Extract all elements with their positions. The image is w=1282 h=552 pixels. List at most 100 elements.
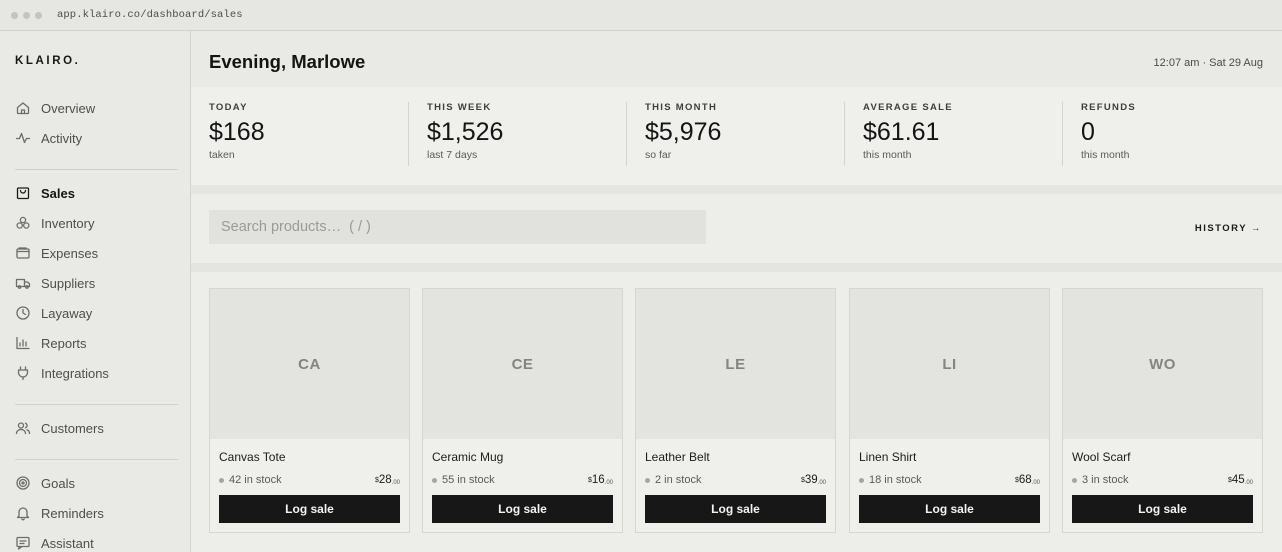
stat-average-sale: AVERAGE SALE $61.61 this month [863,102,953,167]
window-dot[interactable] [11,11,18,19]
product-price: $ 16 .00 [588,474,613,486]
stat-value: $1,526 [427,118,504,146]
pulse-icon [15,132,31,144]
bar-chart-icon [16,336,30,350]
page-header: Evening, Marlowe 12:07 am · Sat 29 Aug [191,31,1282,87]
stock-count: 2 in stock [655,474,702,486]
product-search-input[interactable] [209,210,706,244]
stock-indicator: 3 in stock [1072,474,1128,486]
sidebar-item-customers[interactable]: Customers [15,418,104,438]
product-thumbnail[interactable]: WO [1063,289,1262,439]
sidebar-item-label: Sales [41,185,75,201]
sidebar-item-overview[interactable]: Overview [15,98,95,118]
price-cents: .00 [817,480,826,486]
log-sale-button[interactable]: Log sale [432,495,613,523]
sidebar-item-label: Integrations [41,365,109,381]
window-dot[interactable] [23,11,30,19]
stat-value: 0 [1081,118,1095,146]
stat-this-week: THIS WEEK $1,526 last 7 days [427,102,503,167]
clock-icon [16,306,30,320]
main-content: Evening, Marlowe 12:07 am · Sat 29 Aug T… [191,31,1282,552]
stock-dot-icon [859,477,864,483]
address-bar[interactable]: app.klairo.co/dashboard/sales [57,9,243,21]
product-card: CA Canvas Tote 42 in stock $ 28 .00 Log … [209,288,410,533]
sidebar-item-label: Assistant [41,535,94,551]
datetime-label: 12:07 am · Sat 29 Aug [1153,57,1263,69]
sidebar-item-sales[interactable]: Sales [15,183,75,203]
stat-caption: this month [1081,149,1130,161]
stock-count: 55 in stock [442,474,495,486]
price-cents: .00 [391,480,400,486]
product-card: LI Linen Shirt 18 in stock $ 68 .00 Log … [849,288,1050,533]
product-thumbnail[interactable]: LE [636,289,835,439]
log-sale-button[interactable]: Log sale [1072,495,1253,523]
brand-logo[interactable]: KLAIRO. [15,55,80,67]
stat-divider [626,102,627,166]
log-sale-button[interactable]: Log sale [219,495,400,523]
window-dot[interactable] [35,11,42,19]
home-icon [16,102,30,115]
history-link[interactable]: HISTORY → [1195,223,1262,234]
sidebar-item-suppliers[interactable]: Suppliers [15,273,95,293]
bag-icon [16,187,30,200]
plug-icon [17,366,29,381]
stat-caption: so far [645,149,672,161]
sidebar-item-goals[interactable]: Goals [15,473,75,493]
sidebar-item-label: Goals [41,475,75,491]
sidebar-item-label: Reports [41,335,87,351]
sidebar-item-layaway[interactable]: Layaway [15,303,92,323]
stat-value: $5,976 [645,118,722,146]
sidebar-item-label: Suppliers [41,275,96,291]
sidebar-item-expenses[interactable]: Expenses [15,243,98,263]
product-grid: CA Canvas Tote 42 in stock $ 28 .00 Log … [209,288,1264,552]
product-price: $ 45 .00 [1228,474,1253,486]
price-cents: .00 [1031,480,1040,486]
sidebar-divider [15,169,178,170]
sidebar-item-integrations[interactable]: Integrations [15,363,109,383]
chat-icon [16,536,30,550]
stat-caption: last 7 days [427,149,478,161]
stat-divider [408,102,409,166]
product-price: $ 28 .00 [375,474,400,486]
section-divider [191,185,1282,194]
sidebar-item-assistant[interactable]: Assistant [15,533,94,552]
bell-icon [16,507,30,521]
product-name: Ceramic Mug [432,450,504,464]
product-thumbnail[interactable]: CE [423,289,622,439]
sidebar-item-inventory[interactable]: Inventory [15,213,94,233]
product-card: WO Wool Scarf 3 in stock $ 45 .00 Log sa… [1062,288,1263,533]
sidebar-divider [15,404,178,405]
stock-indicator: 55 in stock [432,474,495,486]
price-cents: .00 [1244,480,1253,486]
stock-dot-icon [219,477,224,483]
page-title: Evening, Marlowe [209,51,366,72]
sidebar-item-activity[interactable]: Activity [15,128,82,148]
stock-indicator: 2 in stock [645,474,701,486]
product-thumbnail[interactable]: LI [850,289,1049,439]
price-cents: .00 [604,480,613,486]
stat-label: AVERAGE SALE [863,102,953,113]
product-name: Canvas Tote [219,450,286,464]
product-name: Linen Shirt [859,450,917,464]
product-name: Wool Scarf [1072,450,1131,464]
sidebar-item-label: Activity [41,130,83,146]
stat-caption: taken [209,149,235,161]
stat-today: TODAY $168 taken [209,102,265,167]
log-sale-button[interactable]: Log sale [645,495,826,523]
browser-toolbar: app.klairo.co/dashboard/sales [0,0,1282,31]
product-thumbnail[interactable]: CA [210,289,409,439]
log-sale-button[interactable]: Log sale [859,495,1040,523]
product-price: $ 39 .00 [801,474,826,486]
product-name: Leather Belt [645,450,710,464]
users-icon [15,422,31,435]
stat-value: $168 [209,118,265,146]
sidebar-item-reports[interactable]: Reports [15,333,87,353]
sidebar-item-label: Customers [41,420,104,436]
sidebar: KLAIRO. Overview Activity Sales Inventor… [0,31,191,552]
stat-this-month: THIS MONTH $5,976 so far [645,102,721,167]
stock-indicator: 18 in stock [859,474,922,486]
sidebar-item-reminders[interactable]: Reminders [15,503,104,523]
price-whole: 45 [1231,474,1245,486]
stats-bar: TODAY $168 taken THIS WEEK $1,526 last 7… [191,87,1282,185]
stock-count: 42 in stock [229,474,282,486]
